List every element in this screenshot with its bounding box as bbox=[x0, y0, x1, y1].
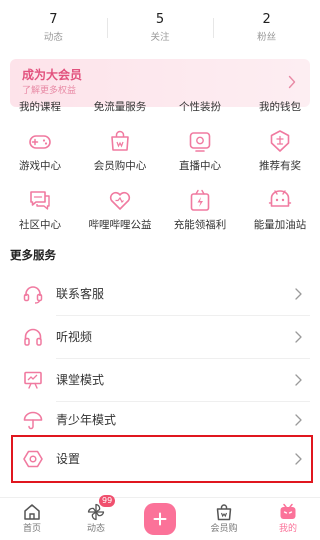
chevron-right-icon bbox=[288, 75, 296, 89]
vip-title: 成为大会员 bbox=[22, 68, 83, 82]
grid-item-wallet[interactable]: 我的钱包 bbox=[240, 101, 320, 113]
grid-item-energy-station[interactable]: 能量加油站 bbox=[240, 187, 320, 237]
grid-item-live-center[interactable]: 直播中心 bbox=[160, 128, 240, 178]
stat-followers[interactable]: 2 粉丝 bbox=[213, 0, 320, 52]
more-services-title: 更多服务 bbox=[10, 248, 56, 262]
shopping-bag-icon bbox=[111, 130, 129, 151]
chevron-right-icon bbox=[295, 288, 302, 300]
energy-gift-icon bbox=[190, 189, 210, 211]
nav-home[interactable]: 首页 bbox=[0, 498, 64, 540]
grid-label: 游戏中心 bbox=[19, 160, 61, 172]
charity-heart-icon bbox=[109, 191, 131, 210]
stat-followers-count: 2 bbox=[262, 12, 271, 27]
list-item-label: 青少年模式 bbox=[56, 413, 117, 427]
list-item-customer-service[interactable]: 联系客服 bbox=[12, 273, 312, 315]
nav-label: 我的 bbox=[278, 524, 297, 534]
grid-item-free-data[interactable]: 免流量服务 bbox=[80, 101, 160, 113]
nav-label: 动态 bbox=[86, 524, 105, 534]
stat-dynamics[interactable]: 7 动态 bbox=[0, 0, 107, 52]
grid-item-game-center[interactable]: 游戏中心 bbox=[0, 128, 80, 178]
nav-label: 会员购 bbox=[210, 524, 238, 534]
stat-following-label: 关注 bbox=[150, 32, 170, 43]
live-tv-icon bbox=[189, 132, 211, 152]
vip-banner[interactable]: 成为大会员 了解更多权益 bbox=[10, 59, 310, 107]
gamepad-icon bbox=[29, 135, 51, 149]
notification-badge: 99 bbox=[99, 495, 116, 507]
plus-icon bbox=[153, 512, 167, 526]
grid-label: 哔哩哔哩公益 bbox=[88, 219, 152, 231]
grid-item-energy-benefits[interactable]: 充能领福利 bbox=[160, 187, 240, 237]
stat-followers-label: 粉丝 bbox=[257, 32, 277, 43]
grid-label: 直播中心 bbox=[179, 160, 221, 172]
tv-mascot-icon bbox=[280, 503, 296, 519]
list-item-listen-video[interactable]: 听视频 bbox=[12, 316, 312, 358]
nav-label: 首页 bbox=[22, 524, 41, 534]
grid-label: 充能领福利 bbox=[173, 219, 227, 231]
headphones-icon bbox=[24, 328, 42, 346]
stat-following-count: 5 bbox=[155, 12, 165, 27]
stat-dynamics-label: 动态 bbox=[43, 32, 63, 43]
grid-item-mall-center[interactable]: 会员购中心 bbox=[80, 128, 160, 178]
list-item-label: 联系客服 bbox=[56, 287, 105, 301]
classroom-board-icon bbox=[24, 371, 42, 389]
publish-button[interactable] bbox=[144, 503, 176, 535]
chevron-right-icon bbox=[295, 414, 302, 426]
grid-label: 推荐有奖 bbox=[259, 160, 301, 172]
chevron-right-icon bbox=[295, 331, 302, 343]
stat-following[interactable]: 5 关注 bbox=[106, 0, 214, 52]
community-chat-icon bbox=[30, 191, 50, 210]
nav-dynamics[interactable]: 99 动态 bbox=[64, 495, 128, 540]
grid-label: 能量加油站 bbox=[253, 219, 307, 231]
headset-icon bbox=[23, 286, 43, 304]
list-item-classroom-mode[interactable]: 课堂模式 bbox=[12, 359, 312, 401]
grid-item-decoration[interactable]: 个性装扮 bbox=[160, 101, 240, 113]
services-row-partial: 我的课程 免流量服务 个性装扮 我的钱包 bbox=[0, 101, 320, 113]
stats-bar: 7 动态 5 关注 2 粉丝 bbox=[0, 0, 320, 52]
list-item-label: 听视频 bbox=[56, 330, 93, 344]
grid-label: 会员购中心 bbox=[93, 160, 147, 172]
energy-station-icon bbox=[268, 190, 292, 207]
reward-badge-icon bbox=[270, 130, 290, 152]
nav-mall[interactable]: 会员购 bbox=[192, 498, 256, 540]
shop-bag-icon bbox=[216, 504, 232, 521]
grid-item-community-center[interactable]: 社区中心 bbox=[0, 187, 80, 237]
grid-item-referral-reward[interactable]: 推荐有奖 bbox=[240, 128, 320, 178]
chevron-right-icon bbox=[295, 374, 302, 386]
grid-item-my-courses[interactable]: 我的课程 bbox=[0, 101, 80, 113]
nav-mine[interactable]: 我的 bbox=[256, 498, 320, 540]
grid-item-charity[interactable]: 哔哩哔哩公益 bbox=[80, 187, 160, 237]
vip-subtitle: 了解更多权益 bbox=[22, 86, 77, 96]
settings-highlight-box bbox=[11, 435, 313, 483]
home-icon bbox=[24, 504, 40, 520]
list-item-label: 课堂模式 bbox=[56, 373, 105, 387]
grid-label: 社区中心 bbox=[19, 219, 61, 231]
umbrella-icon bbox=[23, 411, 43, 430]
stat-dynamics-count: 7 bbox=[49, 12, 58, 27]
